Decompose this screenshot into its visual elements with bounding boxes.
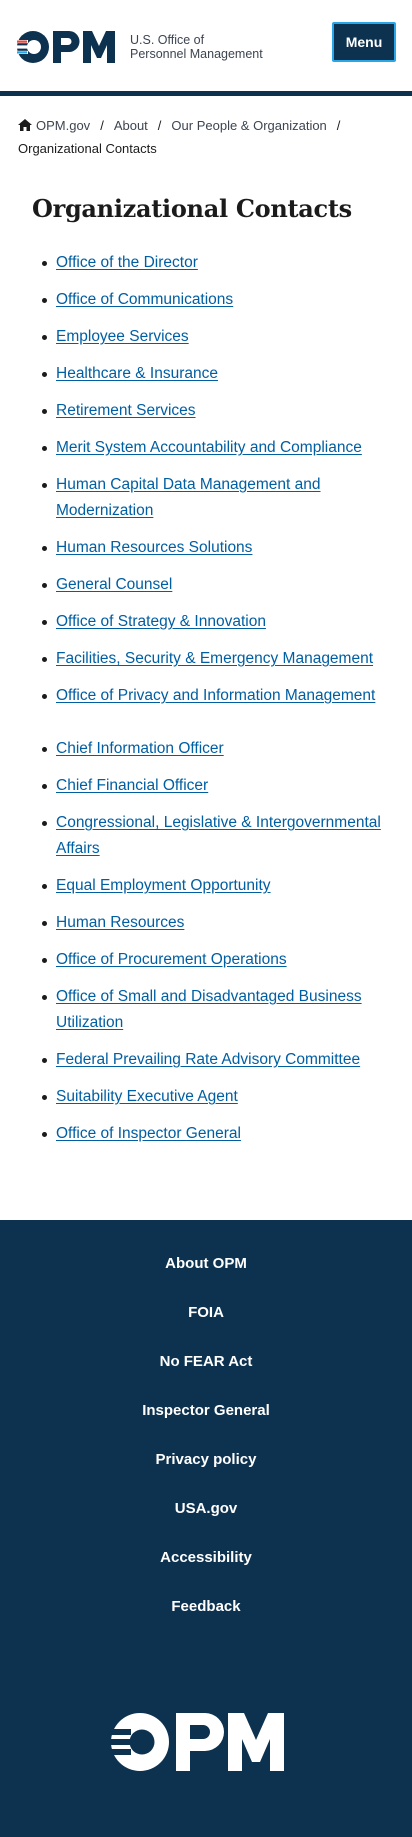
contact-link-employee-services[interactable]: Employee Services	[56, 328, 189, 345]
footer-link-no-fear-act[interactable]: No FEAR Act	[160, 1353, 253, 1370]
list-item: Merit System Accountability and Complian…	[32, 435, 392, 461]
contact-link-office-of-communications[interactable]: Office of Communications	[56, 291, 233, 308]
footer-link-accessibility[interactable]: Accessibility	[160, 1549, 252, 1566]
site-footer: About OPM FOIA No FEAR Act Inspector Genera…	[0, 1220, 412, 1837]
breadcrumb-separator: /	[336, 118, 341, 133]
contact-link-merit-system-accountability-and-compliance[interactable]: Merit System Accountability and Complian…	[56, 439, 362, 456]
list-item: Office of the Director	[32, 250, 392, 276]
breadcrumb-home-link[interactable]: OPM.gov	[18, 115, 90, 137]
page-title: Organizational Contacts	[32, 194, 352, 223]
footer-list-item: Privacy policy	[0, 1450, 412, 1499]
list-item: Human Resources	[32, 910, 392, 936]
breadcrumb-current: Organizational Contacts	[18, 141, 157, 156]
opm-logo-link[interactable]: U.S. Office of Personnel Management	[16, 30, 263, 64]
contact-link-congressional-legislative-and-intergovernmental-affairs[interactable]: Congressional, Legislative & Intergovern…	[56, 814, 381, 857]
list-item: Office of Procurement Operations	[32, 947, 392, 973]
footer-list-item: Feedback	[0, 1597, 412, 1646]
footer-link-usa-gov[interactable]: USA.gov	[175, 1500, 238, 1517]
list-item: Employee Services	[32, 324, 392, 350]
list-item: Human Capital Data Management and Modern…	[32, 472, 392, 524]
footer-link-privacy-policy[interactable]: Privacy policy	[156, 1451, 257, 1468]
breadcrumb-item-about[interactable]: About	[114, 115, 148, 137]
footer-link-foia[interactable]: FOIA	[188, 1304, 224, 1321]
contact-link-chief-financial-officer[interactable]: Chief Financial Officer	[56, 777, 208, 794]
list-item: Congressional, Legislative & Intergovern…	[32, 810, 392, 862]
list-item: Retirement Services	[32, 398, 392, 424]
footer-list-item: FOIA	[0, 1303, 412, 1352]
list-item: Suitability Executive Agent	[32, 1084, 392, 1110]
site-header: U.S. Office of Personnel Management Menu	[0, 0, 412, 96]
contact-link-human-resources-solutions[interactable]: Human Resources Solutions	[56, 539, 252, 556]
contact-list: Office of the Director Office of Communic…	[32, 250, 392, 1158]
contact-link-healthcare-and-insurance[interactable]: Healthcare & Insurance	[56, 365, 218, 382]
opm-logo-mark	[16, 30, 120, 64]
list-item: General Counsel	[32, 572, 392, 598]
footer-opm-logo[interactable]	[110, 1712, 294, 1777]
contact-link-office-of-procurement-operations[interactable]: Office of Procurement Operations	[56, 951, 287, 968]
contact-link-equal-employment-opportunity[interactable]: Equal Employment Opportunity	[56, 877, 271, 894]
contact-link-office-of-strategy-and-innovation[interactable]: Office of Strategy & Innovation	[56, 613, 266, 630]
contact-link-retirement-services[interactable]: Retirement Services	[56, 402, 196, 419]
agency-name-line2: Personnel Management	[130, 47, 263, 61]
list-item: Human Resources Solutions	[32, 535, 392, 561]
contact-link-office-of-privacy-and-information-management[interactable]: Office of Privacy and Information Manage…	[56, 687, 375, 704]
contact-link-suitability-executive-agent[interactable]: Suitability Executive Agent	[56, 1088, 238, 1105]
footer-links: About OPM FOIA No FEAR Act Inspector Genera…	[0, 1254, 412, 1646]
breadcrumb-separator: /	[100, 118, 104, 133]
opm-logo-mark	[110, 1713, 284, 1771]
list-item: Chief Information Officer	[32, 736, 392, 762]
list-item: Healthcare & Insurance	[32, 361, 392, 387]
list-item: Facilities, Security & Emergency Managem…	[32, 646, 392, 672]
contact-link-facilities-security-and-emergency-management[interactable]: Facilities, Security & Emergency Managem…	[56, 650, 373, 667]
list-item: Federal Prevailing Rate Advisory Committ…	[32, 1047, 392, 1073]
footer-list-item: USA.gov	[0, 1499, 412, 1548]
breadcrumb-row: OPM.gov / About / Our People & Organizat…	[18, 115, 398, 137]
breadcrumb-home-label: OPM.gov	[36, 118, 91, 133]
footer-list-item: No FEAR Act	[0, 1352, 412, 1401]
contact-link-federal-prevailing-rate-advisory-committee[interactable]: Federal Prevailing Rate Advisory Committ…	[56, 1051, 360, 1068]
contact-link-general-counsel[interactable]: General Counsel	[56, 576, 172, 593]
footer-link-inspector-general[interactable]: Inspector General	[142, 1402, 270, 1419]
breadcrumb: OPM.gov / About / Our People & Organizat…	[18, 115, 398, 160]
footer-list-item: Inspector General	[0, 1401, 412, 1450]
breadcrumb-separator: /	[157, 118, 162, 133]
list-item: Office of Small and Disadvantaged Busine…	[32, 984, 392, 1036]
breadcrumb-item-people-organization[interactable]: Our People & Organization	[171, 115, 326, 137]
list-item: Equal Employment Opportunity	[32, 873, 392, 899]
contact-link-human-resources[interactable]: Human Resources	[56, 914, 184, 931]
contact-link-office-of-inspector-general[interactable]: Office of Inspector General	[56, 1125, 241, 1142]
contact-link-office-of-small-and-disadvantaged-business-utilization[interactable]: Office of Small and Disadvantaged Busine…	[56, 988, 362, 1031]
footer-link-feedback[interactable]: Feedback	[171, 1598, 240, 1615]
list-item: Office of Communications	[32, 287, 392, 313]
agency-name-line1: U.S. Office of	[130, 33, 205, 47]
menu-button[interactable]: Menu	[332, 22, 396, 62]
contact-link-chief-information-officer[interactable]: Chief Information Officer	[56, 740, 224, 757]
contact-link-human-capital-data-management-and-modernization[interactable]: Human Capital Data Management and Modern…	[56, 476, 321, 519]
contact-link-office-of-the-director[interactable]: Office of the Director	[56, 254, 198, 271]
footer-list-item: Accessibility	[0, 1548, 412, 1597]
agency-name: U.S. Office of Personnel Management	[130, 33, 263, 61]
footer-link-about-opm[interactable]: About OPM	[165, 1255, 247, 1272]
home-icon	[18, 119, 32, 131]
footer-list-item: About OPM	[0, 1254, 412, 1303]
list-item: Office of Strategy & Innovation	[32, 609, 392, 635]
list-item: Office of Privacy and Information Manage…	[32, 683, 392, 709]
list-item: Chief Financial Officer	[32, 773, 392, 799]
list-item: Office of Inspector General	[32, 1121, 392, 1147]
